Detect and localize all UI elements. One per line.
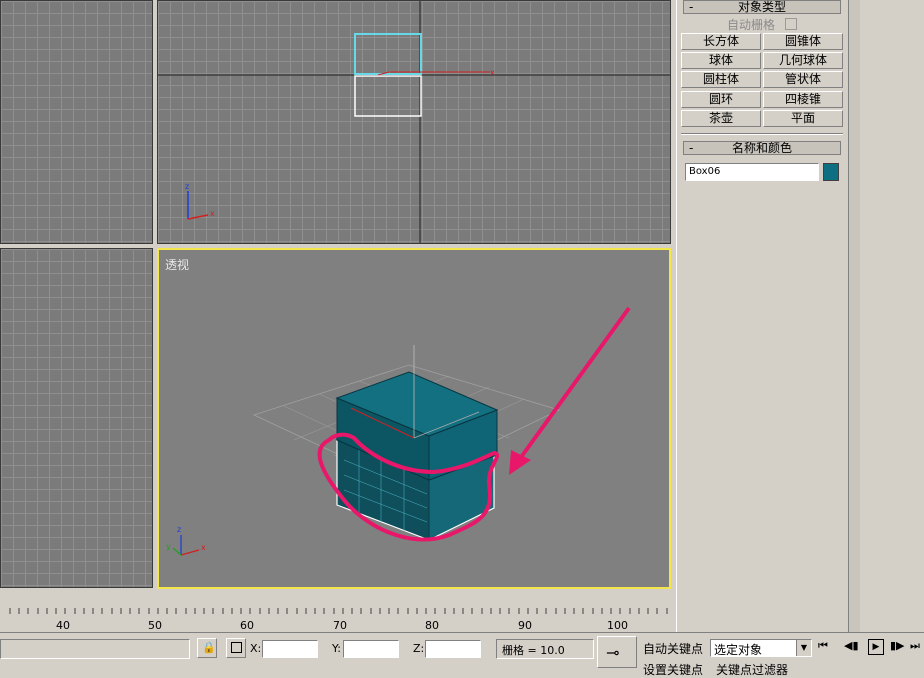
collapse-symbol: - [689,141,694,155]
viewport-perspective[interactable]: 透视 z x y [157,248,671,589]
ruler-label-50: 50 [148,619,162,632]
grid-size-display: 栅格 = 10.0 [496,639,594,659]
object-color-swatch[interactable] [823,163,839,181]
absolute-mode-button[interactable] [226,638,246,658]
goto-start-icon[interactable]: ⏮ [818,639,828,653]
tube-button[interactable]: 管状体 [763,71,843,88]
box-button[interactable]: 长方体 [681,33,761,50]
set-key-label[interactable]: 设置关键点 [643,661,703,678]
grid-size-text: 栅格 = 10.0 [502,644,565,657]
front-view-content: x [158,1,670,243]
svg-text:x: x [490,68,495,77]
ruler-label-60: 60 [240,619,254,632]
collapse-symbol: - [689,0,694,14]
object-name-value: Box06 [689,166,721,177]
auto-key-label[interactable]: 自动关键点 [643,640,703,657]
front-axis-x: x [210,209,215,218]
annotation-arrow [517,306,631,462]
ruler-label-90: 90 [518,619,532,632]
dropdown-arrow-icon: ▼ [796,640,811,656]
persp-axis-z: z [177,525,182,534]
viewport-front[interactable]: x z x [157,0,671,244]
ruler-label-80: 80 [425,619,439,632]
persp-axis-y: y [166,542,171,551]
geosphere-button[interactable]: 几何球体 [763,52,843,69]
key-icon: ⊸ [606,643,620,662]
status-prompt-field [0,639,190,659]
name-color-rollout[interactable]: - 名称和颜色 [683,141,841,155]
right-margin [860,0,924,632]
ruler-label-100: 100 [607,619,628,632]
timeline-ruler[interactable]: 40 50 60 70 80 90 100 [0,606,672,632]
z-coordinate-field[interactable] [425,640,481,658]
persp-axis-x: x [201,543,206,552]
bottom-box-outline [354,75,422,117]
autogrid-label: 自动栅格 [727,18,776,32]
name-color-title: 名称和颜色 [731,141,792,155]
top-box-outline [354,33,422,75]
autogrid-row: 自动栅格 [727,16,797,32]
lock-button[interactable]: 🔒 [197,638,217,658]
rollout-divider [681,133,843,135]
prev-frame-icon[interactable]: ◀▮ [844,639,859,652]
key-filter-label[interactable]: 关键点过滤器 [716,661,788,678]
object-type-rollout[interactable]: - 对象类型 [683,0,841,14]
lock-icon: 🔒 [202,641,216,654]
autogrid-checkbox[interactable] [784,18,797,30]
ruler-label-70: 70 [333,619,347,632]
object-name-field[interactable]: Box06 [685,163,819,181]
sphere-button[interactable]: 球体 [681,52,761,69]
ruler-ticks [9,608,668,614]
viewport-left-top[interactable] [0,0,153,244]
perspective-scene [172,306,631,556]
y-coordinate-field[interactable] [343,640,399,658]
x-coordinate-field[interactable] [262,640,318,658]
transform-mode-icon [231,642,242,653]
goto-end-icon[interactable]: ⏭ [910,639,920,653]
y-label: Y: [332,642,341,655]
teapot-button[interactable]: 茶壶 [681,110,761,127]
status-bar: 🔒 X: Y: Z: 栅格 = 10.0 ⊸ 自动关键点 设置关键点 选定对象 … [0,632,924,677]
plane-button[interactable]: 平面 [763,110,843,127]
x-label: X: [250,642,262,655]
annotation-arrowhead [509,450,531,475]
play-icon[interactable]: ▶ [868,639,884,655]
selection-dropdown[interactable]: 选定对象 ▼ [710,639,812,657]
command-panel: - 对象类型 自动栅格 长方体 圆锥体 球体 几何球体 圆柱体 管状体 圆环 四… [676,0,847,632]
viewport-left-bottom[interactable] [0,248,153,588]
cone-button[interactable]: 圆锥体 [763,33,843,50]
set-key-mode-button[interactable]: ⊸ [597,636,637,668]
selection-value: 选定对象 [714,643,763,657]
playback-controls: ⏮ ◀▮ ▶ ▮▶ ⏭ [816,639,924,657]
cylinder-button[interactable]: 圆柱体 [681,71,761,88]
pyramid-button[interactable]: 四棱锥 [763,91,843,108]
torus-button[interactable]: 圆环 [681,91,761,108]
ruler-label-40: 40 [56,619,70,632]
object-type-title: 对象类型 [737,0,786,14]
front-axis-z: z [185,182,190,191]
next-frame-icon[interactable]: ▮▶ [890,639,905,652]
z-label: Z: [413,642,425,655]
